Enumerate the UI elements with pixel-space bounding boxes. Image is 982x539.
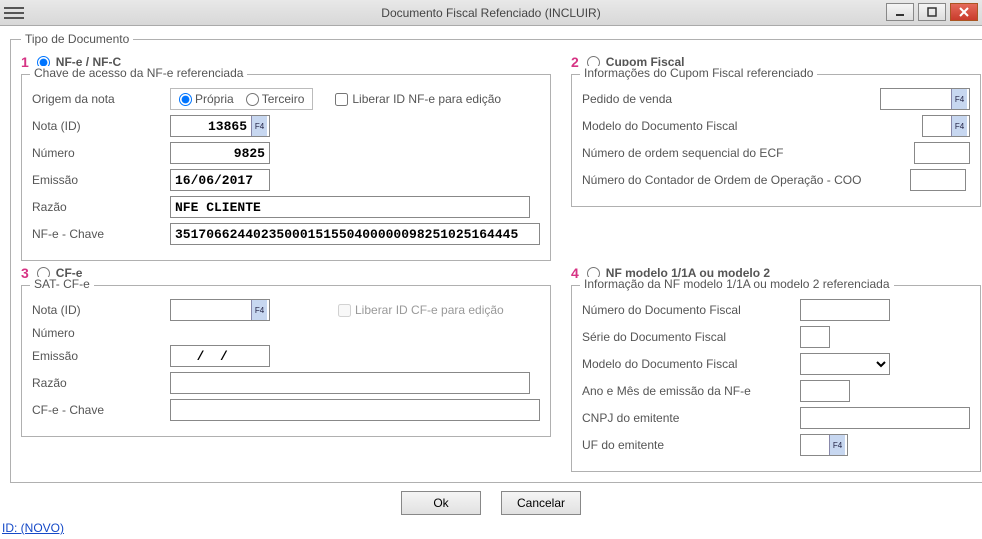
cfe-numero-label: Número [32, 326, 162, 340]
modelo-cupom-lookup-icon[interactable]: F4 [951, 116, 967, 136]
liberar-cfe-checkbox [338, 304, 351, 317]
pedido-label: Pedido de venda [582, 92, 842, 106]
origem-label: Origem da nota [32, 92, 162, 106]
emissao-input[interactable] [170, 169, 270, 191]
liberar-nfe-label: Liberar ID NF-e para edição [352, 92, 501, 106]
cfe-section: SAT- CF-e Nota (ID) F4 Liberar ID CF-e p… [21, 285, 551, 437]
coo-input[interactable] [910, 169, 966, 191]
cnpj-label: CNPJ do emitente [582, 411, 792, 425]
tipo-documento-legend: Tipo de Documento [21, 32, 133, 46]
cnpj-input[interactable] [800, 407, 970, 429]
close-button[interactable] [950, 3, 978, 21]
modelo-cupom-label: Modelo do Documento Fiscal [582, 119, 842, 133]
modelo-nf-select[interactable] [800, 353, 890, 375]
serie-label: Série do Documento Fiscal [582, 330, 792, 344]
cfe-razao-input[interactable] [170, 372, 530, 394]
numdoc-input[interactable] [800, 299, 890, 321]
cfe-emissao-label: Emissão [32, 349, 162, 363]
razao-label: Razão [32, 200, 162, 214]
chave-label: NF-e - Chave [32, 227, 162, 241]
ordem-ecf-label: Número de ordem sequencial do ECF [582, 146, 842, 160]
badge-3: 3 [21, 265, 29, 281]
nfe-section-title: Chave de acesso da NF-e referenciada [30, 66, 247, 80]
cfe-emissao-input[interactable] [170, 345, 270, 367]
ok-button[interactable]: Ok [401, 491, 481, 515]
radio-terceiro-label: Terceiro [262, 92, 305, 106]
cupom-section-title: Informações do Cupom Fiscal referenciado [580, 66, 817, 80]
cfe-razao-label: Razão [32, 376, 162, 390]
badge-1: 1 [21, 54, 29, 70]
razao-input[interactable] [170, 196, 530, 218]
modelo-nf-label: Modelo do Documento Fiscal [582, 357, 792, 371]
cfe-section-title: SAT- CF-e [30, 277, 94, 291]
nota-id-input[interactable] [171, 117, 251, 136]
liberar-cfe-label: Liberar ID CF-e para edição [355, 303, 504, 317]
pedido-input[interactable] [881, 90, 951, 109]
window-title: Documento Fiscal Refenciado (INCLUIR) [0, 6, 982, 20]
tipo-documento-group: Tipo de Documento 1 NF-e / NF-C Chave de… [10, 32, 982, 483]
cancel-button[interactable]: Cancelar [501, 491, 581, 515]
minimize-button[interactable] [886, 3, 914, 21]
uf-input[interactable] [801, 436, 829, 455]
uf-lookup-icon[interactable]: F4 [829, 435, 845, 455]
status-id-link[interactable]: ID: (NOVO) [0, 517, 982, 539]
cfe-nota-input[interactable] [171, 301, 251, 320]
numero-label: Número [32, 146, 162, 160]
cfe-chave-input[interactable] [170, 399, 540, 421]
radio-propria[interactable] [179, 93, 192, 106]
nf11a-section-title: Informação da NF modelo 1/1A ou modelo 2… [580, 277, 894, 291]
serie-input[interactable] [800, 326, 830, 348]
anomes-input[interactable] [800, 380, 850, 402]
badge-2: 2 [571, 54, 579, 70]
nota-id-label: Nota (ID) [32, 119, 162, 133]
origem-group: Própria Terceiro [170, 88, 313, 110]
cfe-nota-lookup-icon[interactable]: F4 [251, 300, 267, 320]
nf11a-section: Informação da NF modelo 1/1A ou modelo 2… [571, 285, 981, 472]
nota-id-lookup-icon[interactable]: F4 [251, 116, 267, 136]
coo-label: Número do Contador de Ordem de Operação … [582, 173, 902, 187]
modelo-cupom-input[interactable] [923, 117, 951, 136]
maximize-button[interactable] [918, 3, 946, 21]
titlebar: Documento Fiscal Refenciado (INCLUIR) [0, 0, 982, 26]
nfe-section: Chave de acesso da NF-e referenciada Ori… [21, 74, 551, 261]
radio-terceiro[interactable] [246, 93, 259, 106]
cfe-nota-label: Nota (ID) [32, 303, 162, 317]
anomes-label: Ano e Mês de emissão da NF-e [582, 384, 792, 398]
ordem-ecf-input[interactable] [914, 142, 970, 164]
pedido-lookup-icon[interactable]: F4 [951, 89, 967, 109]
badge-4: 4 [571, 265, 579, 281]
emissao-label: Emissão [32, 173, 162, 187]
chave-input[interactable] [170, 223, 540, 245]
uf-label: UF do emitente [582, 438, 792, 452]
liberar-nfe-checkbox[interactable] [335, 93, 348, 106]
radio-propria-label: Própria [195, 92, 234, 106]
numero-input[interactable] [170, 142, 270, 164]
action-bar: Ok Cancelar [10, 491, 972, 515]
cupom-section: Informações do Cupom Fiscal referenciado… [571, 74, 981, 207]
numdoc-label: Número do Documento Fiscal [582, 303, 792, 317]
cfe-chave-label: CF-e - Chave [32, 403, 162, 417]
